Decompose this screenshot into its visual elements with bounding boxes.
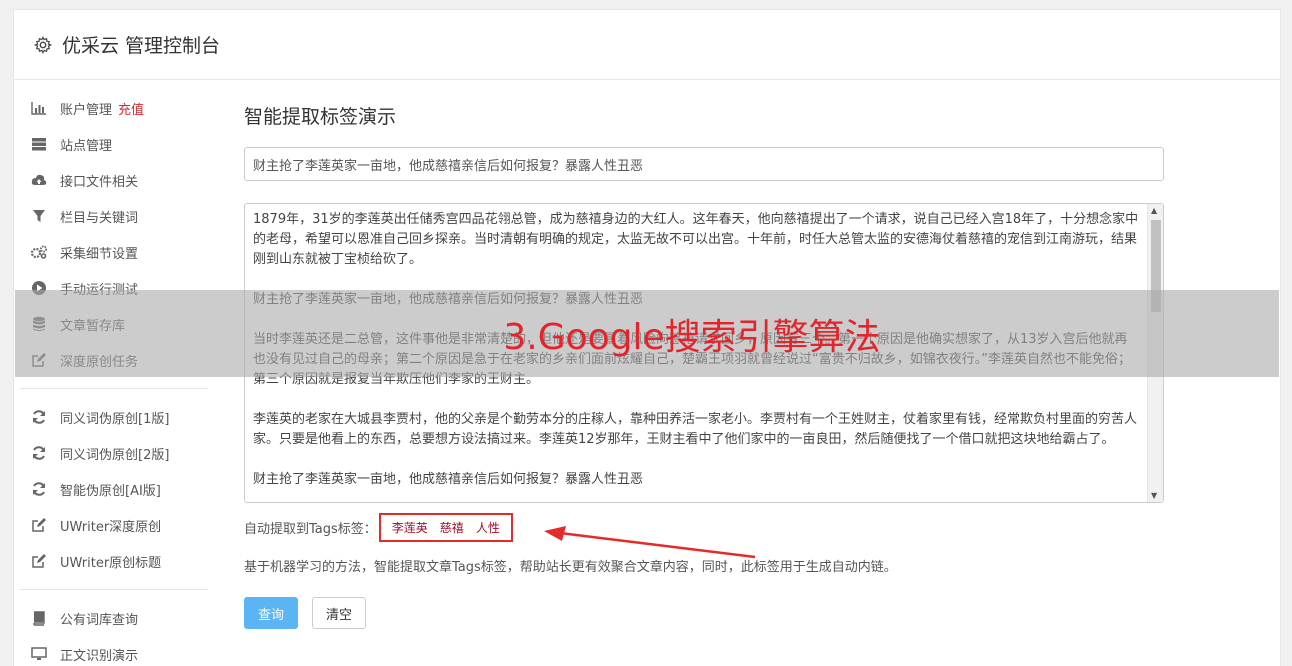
- annotation-arrow: [544, 526, 756, 559]
- sidebar-item-group1-4[interactable]: 采集细节设置: [20, 234, 210, 270]
- refresh-icon: [30, 445, 48, 461]
- sidebar-item-label: 采集细节设置: [60, 246, 139, 262]
- article-paragraph: 财主抢了李莲英家一亩地，他成慈禧亲信后如何报复？暴露人性丑恶: [253, 472, 644, 487]
- sidebar-item-label: 同义词伪原创[2版]: [60, 447, 170, 463]
- sidebar: 账户管理充值站点管理接口文件相关栏目与关键词采集细节设置手动运行测试文章暂存库深…: [20, 90, 210, 666]
- query-button[interactable]: 查询: [244, 597, 298, 629]
- sidebar-item-group2-3[interactable]: UWriter深度原创: [20, 507, 210, 543]
- sidebar-divider: [20, 388, 208, 389]
- book-icon: [30, 610, 48, 626]
- sidebar-item-group2-2[interactable]: 智能伪原创[AI版]: [20, 471, 210, 507]
- sidebar-item-label: 站点管理: [60, 138, 113, 154]
- filter-icon: [30, 208, 48, 224]
- sidebar-item-group1-3[interactable]: 栏目与关键词: [20, 198, 210, 234]
- sidebar-item-label: 正文识别演示: [60, 648, 139, 664]
- sidebar-item-group1-2[interactable]: 接口文件相关: [20, 162, 210, 198]
- recharge-link[interactable]: 充值: [118, 99, 144, 118]
- refresh-icon: [30, 409, 48, 425]
- panel-header: 优采云 管理控制台: [14, 10, 1280, 80]
- article-paragraph: 李莲英的老家在大城县李贾村，他的父亲是个勤劳本分的庄稼人，靠种田养活一家老小。李…: [253, 412, 1138, 447]
- sidebar-item-label: 账户管理: [60, 102, 113, 118]
- sidebar-item-group1-1[interactable]: 站点管理: [20, 126, 210, 162]
- scroll-up-icon[interactable]: ▲: [1151, 206, 1157, 215]
- sidebar-item-group3-0[interactable]: 公有词库查询: [20, 600, 210, 636]
- sidebar-item-label: 智能伪原创[AI版]: [60, 483, 161, 499]
- tag-chip: 人性: [472, 519, 503, 536]
- article-paragraph: 1879年，31岁的李莲英出任储秀宫四品花翎总管，成为慈禧身边的大红人。这年春天…: [253, 212, 1139, 267]
- sidebar-item-group2-0[interactable]: 同义词伪原创[1版]: [20, 399, 210, 435]
- sidebar-item-label: 公有词库查询: [60, 612, 139, 628]
- gears-icon: [30, 244, 48, 260]
- gear-icon: [34, 35, 52, 54]
- app-title: 优采云 管理控制台: [62, 35, 221, 57]
- tags-box: 李莲英 慈禧 人性: [378, 513, 513, 542]
- sidebar-item-label: 同义词伪原创[1版]: [60, 411, 170, 427]
- tag-chip: 慈禧: [436, 519, 467, 536]
- edit-icon: [30, 517, 48, 533]
- server-icon: [30, 136, 48, 152]
- sidebar-item-label: 接口文件相关: [60, 174, 139, 190]
- sidebar-item-group2-4[interactable]: UWriter原创标题: [20, 543, 210, 579]
- clear-button[interactable]: 清空: [312, 597, 366, 629]
- sidebar-item-group3-1[interactable]: 正文识别演示: [20, 636, 210, 666]
- overlay-banner: 3.Google搜索引擎算法: [15, 290, 1279, 377]
- sidebar-item-label: UWriter深度原创: [60, 519, 162, 535]
- article-title-input[interactable]: 财主抢了李莲英家一亩地，他成慈禧亲信后如何报复？暴露人性丑恶: [244, 147, 1164, 181]
- refresh-icon: [30, 481, 48, 497]
- scroll-down-icon[interactable]: ▼: [1151, 491, 1157, 500]
- bar-chart-icon: [30, 100, 48, 116]
- sidebar-item-group1-0[interactable]: 账户管理 充值: [20, 90, 210, 126]
- edit-icon: [30, 553, 48, 569]
- page-heading: 智能提取标签演示: [244, 106, 397, 128]
- sidebar-item-label: UWriter原创标题: [60, 555, 162, 571]
- button-group: 查询 清空: [244, 597, 1164, 629]
- tag-chip: 李莲英: [388, 519, 431, 536]
- monitor-icon: [30, 646, 48, 662]
- sidebar-divider: [20, 589, 208, 590]
- overlay-text: 3.Google搜索引擎算法: [503, 316, 881, 358]
- cloud-upload-icon: [30, 172, 48, 188]
- sidebar-item-group2-1[interactable]: 同义词伪原创[2版]: [20, 435, 210, 471]
- sidebar-item-label: 栏目与关键词: [60, 210, 139, 226]
- tags-label: 自动提取到Tags标签：: [244, 522, 377, 537]
